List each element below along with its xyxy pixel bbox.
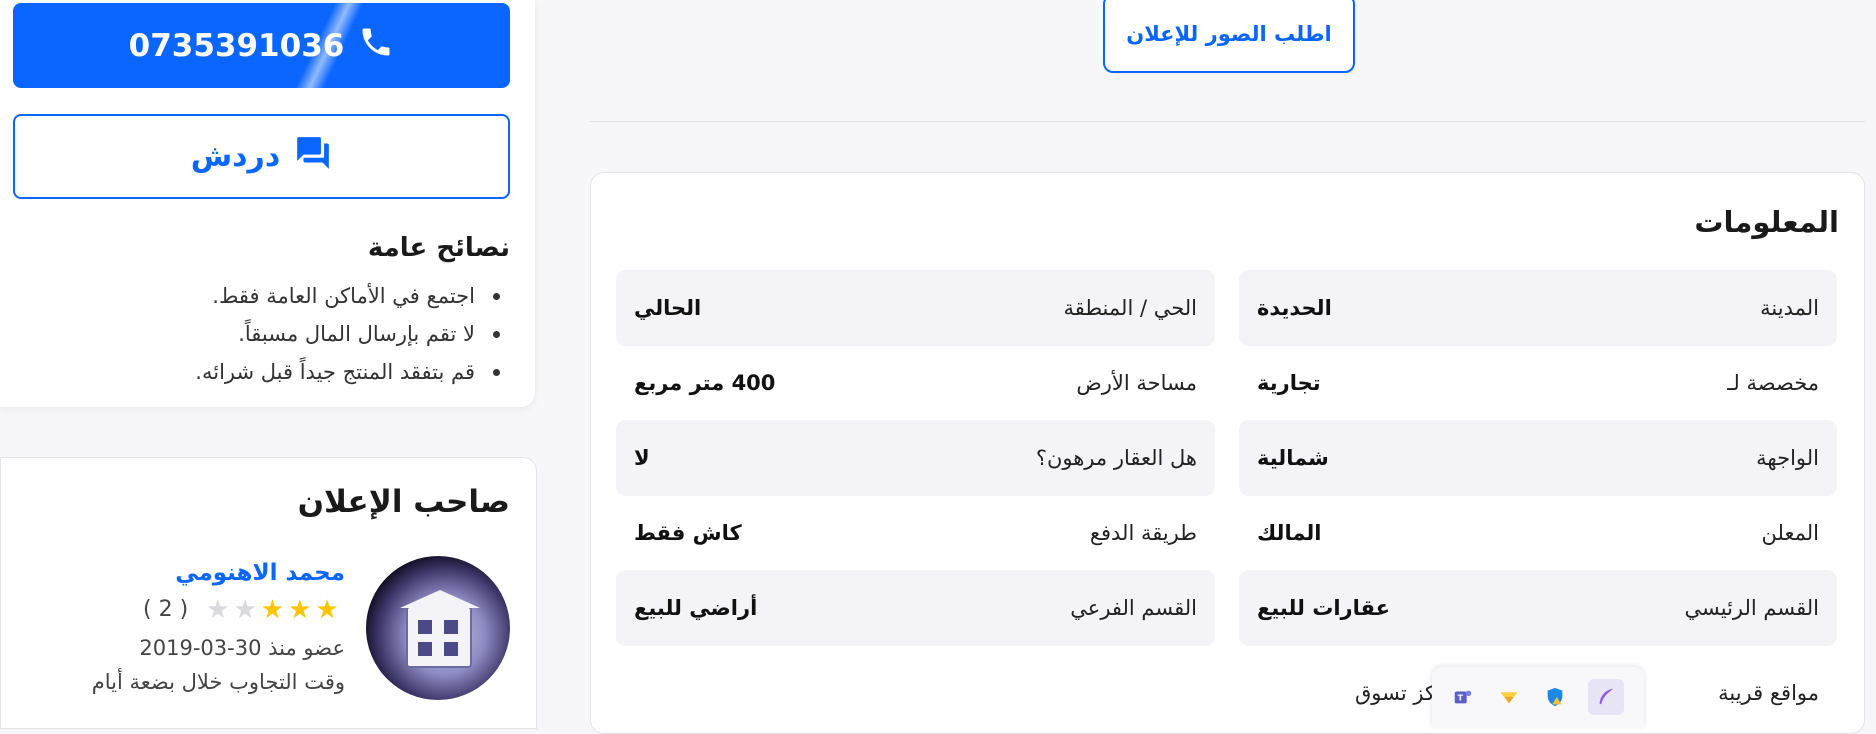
folder-icon[interactable] bbox=[1496, 684, 1522, 710]
chat-label: دردش bbox=[190, 139, 281, 174]
member-since: عضو منذ 30-03-2019 bbox=[139, 636, 345, 660]
info-cell-advertiser: المعلن المالك bbox=[1239, 495, 1837, 571]
info-cell-sub-category: القسم الفرعي أراضي للبيع bbox=[616, 570, 1215, 646]
info-value: المالك bbox=[1257, 521, 1322, 545]
tips-title: نصائح عامة bbox=[367, 233, 510, 263]
bullet-icon bbox=[493, 292, 500, 300]
house-image bbox=[400, 590, 480, 668]
nearby-label: مواقع قريبة bbox=[1718, 681, 1819, 705]
info-key: المعلن bbox=[1761, 521, 1819, 545]
info-key: المدينة bbox=[1760, 296, 1819, 320]
svg-text:T: T bbox=[1458, 693, 1464, 703]
info-key: الواجهة bbox=[1756, 446, 1819, 470]
info-value: عقارات للبيع bbox=[1257, 596, 1390, 620]
info-value: كاش فقط bbox=[634, 521, 742, 545]
info-key: مساحة الأرض bbox=[1076, 371, 1197, 395]
info-value: أراضي للبيع bbox=[634, 596, 758, 620]
info-key: هل العقار مرهون؟ bbox=[1035, 446, 1197, 470]
info-value: الحالي bbox=[634, 296, 702, 320]
tip-item: قم بتفقد المنتج جيداً قبل شرائه. bbox=[40, 353, 500, 391]
chat-button[interactable]: دردش bbox=[13, 114, 510, 199]
phone-icon bbox=[358, 24, 394, 68]
info-cell-usage: مخصصة لـ تجارية bbox=[1239, 345, 1837, 421]
owner-name-link[interactable]: محمد الاهنومي bbox=[175, 560, 345, 586]
info-cell-payment: طريقة الدفع كاش فقط bbox=[616, 495, 1215, 571]
info-value: الحديدة bbox=[1257, 296, 1332, 320]
info-cell-area: مساحة الأرض 400 متر مربع bbox=[616, 345, 1215, 421]
star-full-icon: ★ bbox=[315, 595, 339, 625]
info-cell-city: المدينة الحديدة bbox=[1239, 270, 1837, 346]
star-full-icon: ★ bbox=[260, 595, 285, 625]
info-cell-facade: الواجهة شمالية bbox=[1239, 420, 1837, 496]
info-key: القسم الرئيسي bbox=[1684, 596, 1819, 620]
star-empty-icon: ★ bbox=[233, 595, 257, 625]
tip-text: لا تقم بإرسال المال مسبقاً. bbox=[238, 322, 475, 346]
divider bbox=[590, 121, 1865, 122]
rating-stars: ( 2 ) ★ ★ ★ ★ ★ bbox=[143, 596, 339, 624]
info-value: تجارية bbox=[1257, 371, 1321, 395]
request-photos-button[interactable]: اطلب الصور للإعلان bbox=[1103, 0, 1355, 73]
rating-count: ( 2 ) bbox=[143, 597, 189, 622]
response-time: وقت التجاوب خلال بضعة أيام bbox=[91, 670, 345, 694]
bullet-icon bbox=[493, 330, 500, 338]
info-key: القسم الفرعي bbox=[1070, 596, 1197, 620]
info-key: طريقة الدفع bbox=[1089, 521, 1197, 545]
avatar[interactable] bbox=[366, 556, 510, 700]
info-key: مخصصة لـ bbox=[1727, 371, 1819, 395]
chat-icon bbox=[294, 134, 332, 180]
star-full-icon: ★ bbox=[288, 595, 312, 625]
info-key: الحي / المنطقة bbox=[1063, 296, 1197, 320]
tip-text: قم بتفقد المنتج جيداً قبل شرائه. bbox=[195, 360, 475, 384]
tip-text: اجتمع في الأماكن العامة فقط. bbox=[212, 284, 475, 308]
info-cell-main-category: القسم الرئيسي عقارات للبيع bbox=[1239, 570, 1837, 646]
info-value: لا bbox=[634, 446, 650, 470]
tip-item: اجتمع في الأماكن العامة فقط. bbox=[40, 277, 500, 315]
tip-item: لا تقم بإرسال المال مسبقاً. bbox=[40, 315, 500, 353]
teams-icon[interactable]: T bbox=[1450, 684, 1476, 710]
info-value: 400 متر مربع bbox=[634, 371, 776, 395]
info-cell-district: الحي / المنطقة الحالي bbox=[616, 270, 1215, 346]
owner-title: صاحب الإعلان bbox=[297, 484, 510, 520]
info-cell-mortgage: هل العقار مرهون؟ لا bbox=[616, 420, 1215, 496]
bullet-icon bbox=[493, 368, 500, 376]
star-empty-icon: ★ bbox=[206, 595, 230, 625]
info-value: شمالية bbox=[1257, 446, 1329, 470]
defender-icon[interactable] bbox=[1542, 684, 1568, 710]
system-tray: T bbox=[1432, 667, 1644, 727]
call-button[interactable]: 0735391036 bbox=[13, 3, 510, 88]
feather-icon[interactable] bbox=[1588, 679, 1624, 715]
tips-list: اجتمع في الأماكن العامة فقط. لا تقم بإرس… bbox=[40, 277, 500, 391]
info-title: المعلومات bbox=[1694, 205, 1839, 239]
